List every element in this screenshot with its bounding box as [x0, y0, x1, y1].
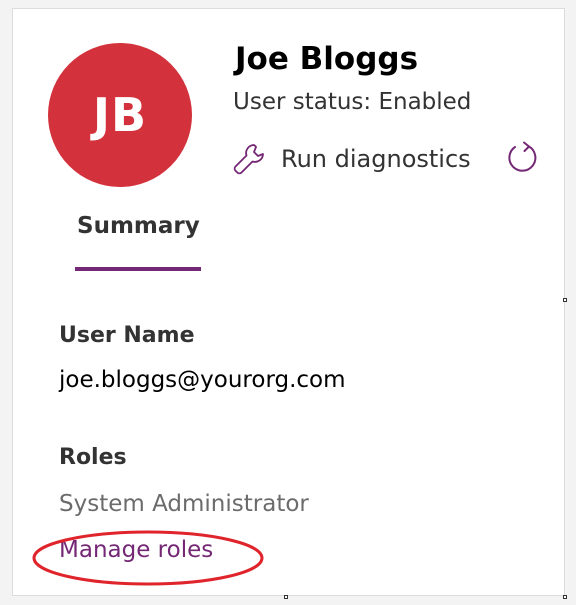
wrench-icon — [233, 144, 264, 175]
run-diagnostics-label: Run diagnostics — [281, 145, 471, 173]
avatar: JB — [48, 43, 192, 187]
resize-handle-right[interactable] — [563, 298, 567, 302]
user-summary-card: JB Joe Bloggs User status: Enabled Run d… — [12, 8, 565, 596]
canvas: JB Joe Bloggs User status: Enabled Run d… — [0, 0, 576, 605]
roles-value: System Administrator — [59, 491, 309, 517]
avatar-initials: JB — [92, 88, 148, 142]
run-diagnostics-button[interactable]: Run diagnostics — [231, 141, 471, 177]
tab-summary-label: Summary — [77, 213, 200, 239]
tab-summary[interactable]: Summary — [75, 209, 201, 271]
user-status: User status: Enabled — [233, 89, 472, 115]
user-display-name: Joe Bloggs — [235, 41, 419, 77]
resize-handle-bottom[interactable] — [284, 595, 288, 599]
roles-label: Roles — [59, 445, 127, 470]
user-name-value: joe.bloggs@yourorg.com — [59, 367, 346, 393]
refresh-icon[interactable] — [505, 140, 541, 176]
resize-handle-corner[interactable] — [563, 595, 567, 599]
user-name-label: User Name — [59, 323, 195, 348]
highlight-ellipse — [32, 530, 264, 586]
tab-active-indicator — [75, 267, 201, 271]
